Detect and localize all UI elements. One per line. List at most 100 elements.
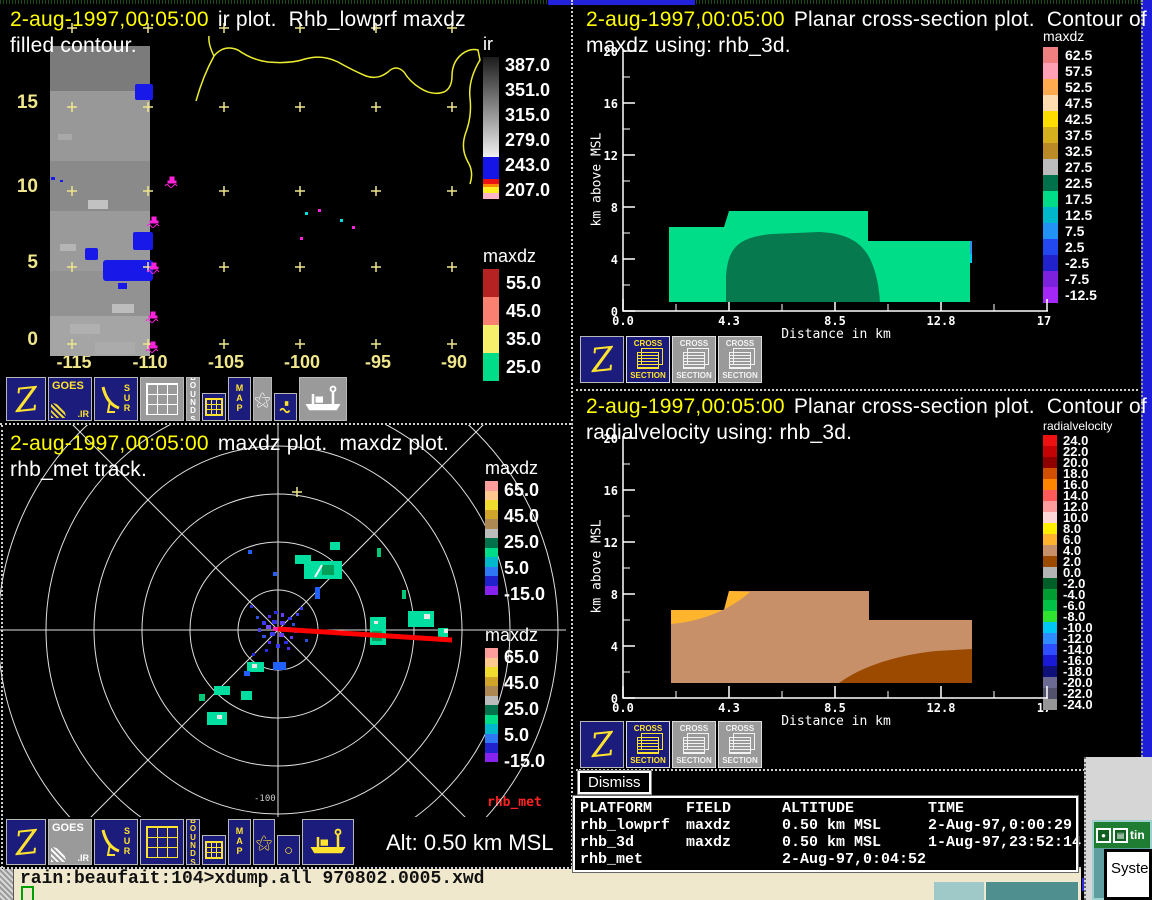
plot-title-text: ir plot. Rhb_lowprf maxdz <box>218 8 466 31</box>
taskbar-segment-1[interactable] <box>934 882 984 900</box>
colorbar-swatch <box>485 686 498 696</box>
platform-cell: rhb_met <box>580 851 686 868</box>
colorbar-swatch <box>485 696 498 706</box>
colorbar-swatch <box>485 677 498 687</box>
right-edge-bar <box>1141 0 1152 777</box>
data-status-window: PLATFORMFIELDALTITUDETIME rhb_lowprfmaxd… <box>573 796 1078 872</box>
gear-button[interactable]: ⚝ <box>253 819 275 865</box>
status-row: rhb_met2-Aug-97,0:04:52 <box>580 851 1076 868</box>
colorbar-tick-label: 25.0 <box>504 533 545 551</box>
ir-map-plot[interactable] <box>0 4 571 379</box>
tin-window-titlebar[interactable]: ● ▤ tin <box>1094 822 1150 848</box>
status-header-cell: ALTITUDE <box>782 800 928 817</box>
window-iconify-button[interactable]: ▤ <box>1113 828 1128 843</box>
zeb-logo-button[interactable]: Z <box>6 819 46 865</box>
cube-icon <box>637 737 659 754</box>
section-label: SECTION <box>630 372 666 380</box>
goes-ir-label: .IR <box>77 853 89 863</box>
colorbar-tick-label: 5.0 <box>504 559 545 577</box>
window-menu-button[interactable]: ● <box>1096 828 1111 843</box>
colorbar-swatch <box>485 658 498 668</box>
goes-ir-button[interactable]: GOES.IR <box>48 819 92 865</box>
colorbar-label: maxdz <box>485 458 545 479</box>
map-overlay-button[interactable]: MAP <box>228 377 251 421</box>
zeb-z-icon: Z <box>13 824 39 859</box>
radar-dish-icon <box>101 384 121 414</box>
small-grid-icon <box>205 398 223 416</box>
goes-dish-icon <box>51 403 66 418</box>
gear-button[interactable]: ⚝ <box>253 377 272 421</box>
section-label: SECTION <box>722 372 758 380</box>
grid-icon <box>146 826 178 858</box>
quadrant-ir-plot: 2-aug-1997,00:05:00ir plot. Rhb_lowprf m… <box>0 4 571 424</box>
time-cell: 1-Aug-97,23:52:14 <box>928 834 1081 851</box>
zeb-logo-button[interactable]: Z <box>580 721 624 768</box>
radar-maxdz-colorbar-1: maxdz 65.045.025.05.0-15.0 <box>485 458 545 603</box>
small-grid-button[interactable] <box>202 835 226 865</box>
colorbar-swatch <box>485 538 498 548</box>
separator-vertical-center <box>571 0 573 868</box>
colorbar-tick-label: -15.0 <box>504 752 545 770</box>
plot-time: 2-aug-1997,00:05:00 <box>10 432 209 455</box>
y-tick-label: 4 <box>584 640 618 654</box>
taskbar-segment-2[interactable] <box>986 882 1078 900</box>
plot-title-text: Planar cross-section plot. Contour of <box>794 8 1147 31</box>
separator-right-lower <box>576 769 1136 771</box>
plot-time: 2-aug-1997,00:05:00 <box>586 8 785 31</box>
platform-cell: rhb_lowprf <box>580 817 686 834</box>
circle-button[interactable]: ○ <box>277 835 300 865</box>
zeb-logo-button[interactable]: Z <box>580 336 624 383</box>
coastline <box>196 48 480 184</box>
cross-section-button[interactable]: CROSSSECTION <box>718 336 762 383</box>
plot-title-text: Planar cross-section plot. Contour of <box>794 395 1147 418</box>
grid-radar-button[interactable] <box>140 377 184 421</box>
colorbar-swatch <box>485 481 498 491</box>
plot-time: 2-aug-1997,00:05:00 <box>586 395 785 418</box>
ship-button[interactable] <box>302 819 354 865</box>
status-header-cell: TIME <box>928 800 1076 817</box>
grid-radar-button[interactable] <box>140 819 184 865</box>
ir-plot-title-line2: filled contour. <box>10 34 137 58</box>
quadrant-radar-plot: 2-aug-1997,00:05:00maxdz plot. maxdz plo… <box>0 425 571 868</box>
section-label: SECTION <box>676 372 712 380</box>
zeb-z-icon: Z <box>13 381 39 416</box>
window-title: tin <box>1130 828 1145 842</box>
surveillance-radar-button[interactable]: SUR <box>94 377 138 421</box>
cross-section-button-active[interactable]: CROSSSECTION <box>626 721 670 768</box>
colorbar-swatch <box>485 510 498 520</box>
y-tick-label: 16 <box>584 97 618 111</box>
ship-button[interactable] <box>299 377 347 421</box>
terminal-prompt-line: rain:beaufait:104>xdump.all 970802.0005.… <box>20 869 484 889</box>
small-grid-button[interactable] <box>202 393 226 421</box>
map-overlay-button[interactable]: MAP <box>228 819 251 865</box>
buoy-button[interactable] <box>274 393 297 421</box>
cross-section-button[interactable]: CROSSSECTION <box>718 721 762 768</box>
goes-ir-button[interactable]: GOES.IR <box>48 377 92 421</box>
cross-section-button[interactable]: CROSSSECTION <box>672 336 716 383</box>
cross-section-button-active[interactable]: CROSSSECTION <box>626 336 670 383</box>
terminal-window[interactable]: rain:beaufait:104>xdump.all 970802.0005.… <box>0 869 1081 900</box>
small-grid-icon <box>205 841 223 859</box>
colorbar-label: maxdz <box>485 625 545 646</box>
bounds-button[interactable]: BOUNDS <box>186 819 200 865</box>
system-window[interactable]: Syster <box>1104 849 1152 900</box>
zeb-logo-button[interactable]: Z <box>6 377 46 421</box>
colorbar-swatch <box>485 724 498 734</box>
terminal-scrollbar[interactable] <box>0 869 14 900</box>
cube-icon <box>683 737 705 754</box>
section-label: SECTION <box>722 757 758 765</box>
bounds-button[interactable]: BOUNDS <box>186 377 200 421</box>
colorbar-swatch <box>485 576 498 586</box>
dismiss-button[interactable]: Dismiss <box>578 771 651 794</box>
radar-plot-title-line2: rhb_met track. <box>10 458 147 482</box>
zeb-z-icon: Z <box>589 727 615 762</box>
surveillance-radar-button[interactable]: SUR <box>94 819 138 865</box>
status-row: rhb_3dmaxdz0.50 km MSL1-Aug-97,23:52:14 <box>580 834 1076 851</box>
section-label: SECTION <box>630 757 666 765</box>
status-header-row: PLATFORMFIELDALTITUDETIME <box>580 800 1076 817</box>
grid-icon <box>146 383 178 415</box>
terminal-cursor <box>21 886 34 900</box>
bounds-label: BOUNDS <box>189 377 197 421</box>
cross-section-button[interactable]: CROSSSECTION <box>672 721 716 768</box>
y-tick-label: 8 <box>584 588 618 602</box>
